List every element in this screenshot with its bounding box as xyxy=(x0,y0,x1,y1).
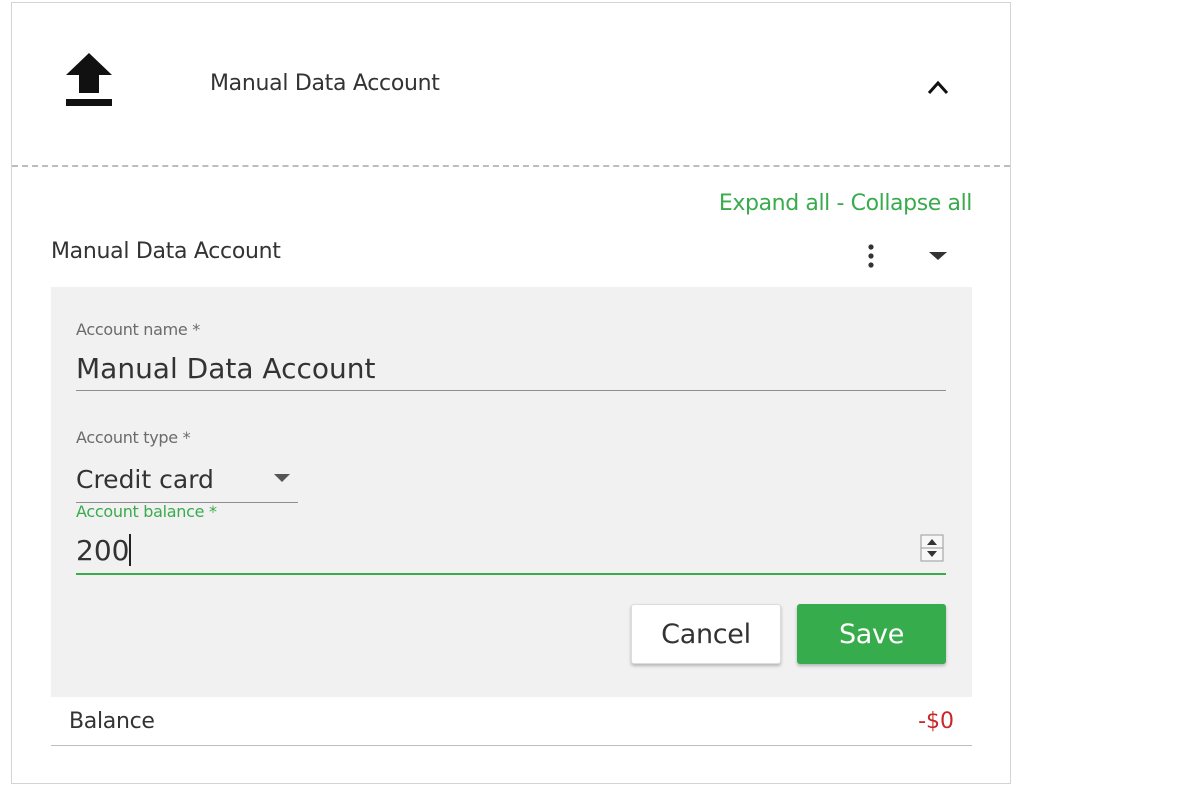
balance-label: Balance xyxy=(69,709,155,734)
account-type-label: Account type * xyxy=(76,428,191,447)
account-type-value: Credit card xyxy=(76,465,214,494)
cancel-button[interactable]: Cancel xyxy=(631,604,781,664)
account-edit-form: Account name * Account type * Credit car… xyxy=(51,287,972,697)
number-spinner-icon[interactable] xyxy=(920,534,944,562)
link-separator: - xyxy=(829,191,851,216)
account-section-title: Manual Data Account xyxy=(51,239,281,264)
card-header[interactable]: Manual Data Account xyxy=(12,3,1010,167)
save-button[interactable]: Save xyxy=(797,604,946,664)
account-name-label: Account name * xyxy=(76,320,200,339)
select-caret-icon xyxy=(274,474,290,482)
caret-down-icon[interactable] xyxy=(926,245,950,265)
upload-icon xyxy=(66,53,112,106)
account-name-input[interactable] xyxy=(76,349,946,387)
header-title: Manual Data Account xyxy=(210,71,440,96)
text-cursor xyxy=(129,534,131,566)
expand-collapse-links: Expand all - Collapse all xyxy=(719,191,973,216)
account-card: Manual Data Account Expand all - Collaps… xyxy=(11,2,1011,784)
chevron-up-icon[interactable] xyxy=(926,77,950,97)
account-type-select[interactable]: Credit card xyxy=(76,461,298,501)
account-balance-underline xyxy=(76,573,946,575)
collapse-all-link[interactable]: Collapse all xyxy=(851,191,973,216)
kebab-icon[interactable] xyxy=(861,243,881,269)
account-name-underline xyxy=(76,390,946,391)
balance-value: -$0 xyxy=(918,709,954,734)
account-balance-input[interactable] xyxy=(76,531,906,569)
expand-all-link[interactable]: Expand all xyxy=(719,191,830,216)
balance-row: Balance -$0 xyxy=(51,697,972,746)
account-balance-label: Account balance * xyxy=(76,502,217,521)
